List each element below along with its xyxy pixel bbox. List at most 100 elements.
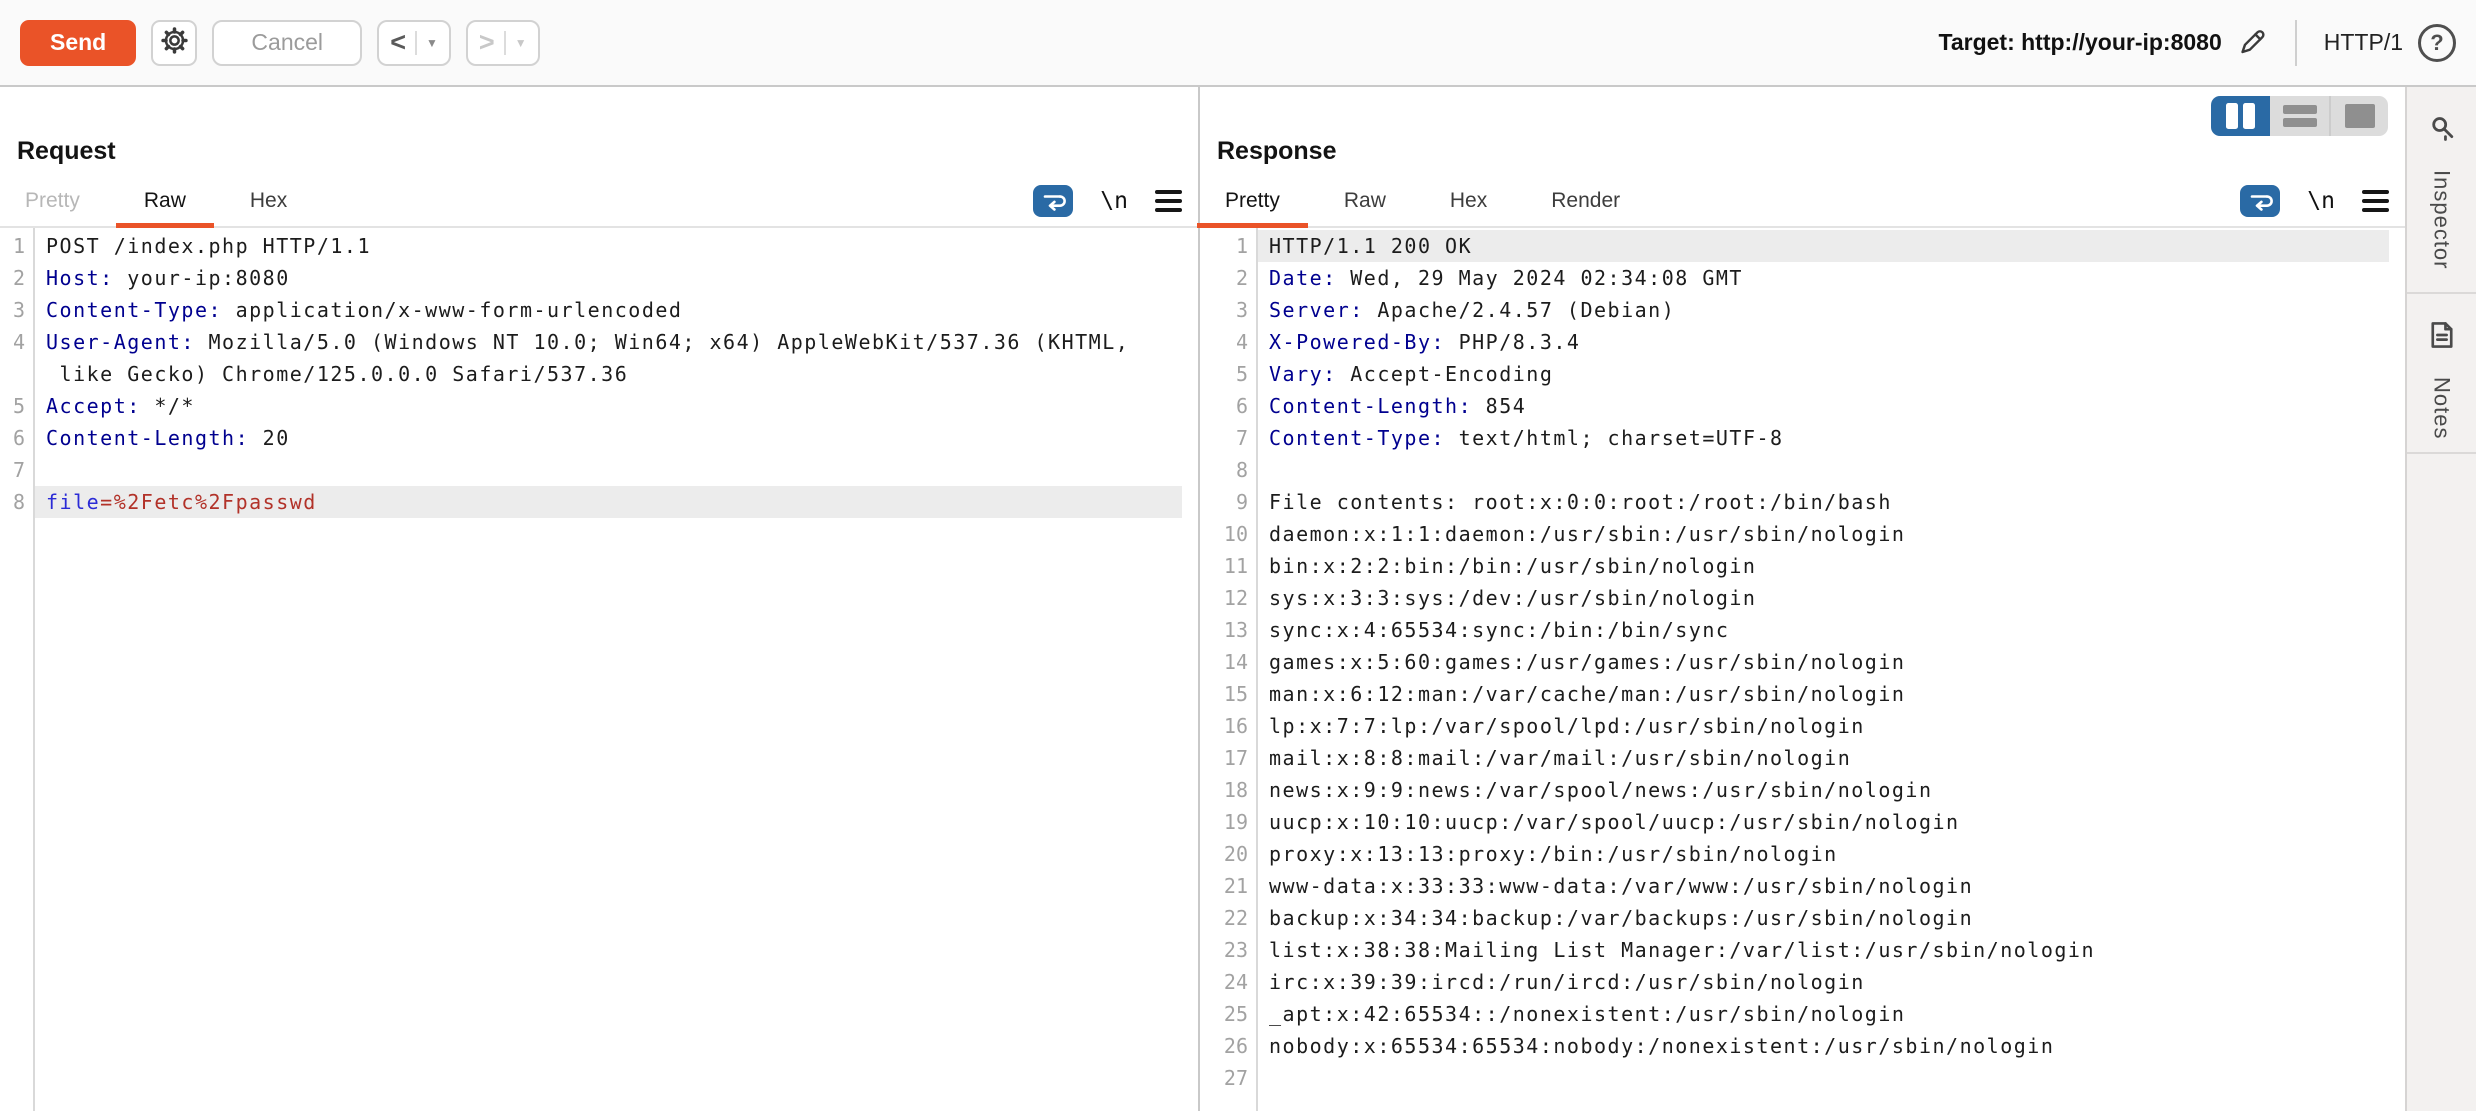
- wrap-icon[interactable]: [1033, 185, 1073, 217]
- edit-target-button[interactable]: [2237, 26, 2268, 60]
- response-panel: Response Pretty Raw Hex Render \n: [1200, 87, 2405, 1111]
- request-panel: Request Pretty Raw Hex \n: [0, 87, 1200, 1111]
- line-text[interactable]: POST /index.php HTTP/1.1: [33, 230, 1182, 262]
- line-text[interactable]: _apt:x:42:65534::/nonexistent:/usr/sbin/…: [1256, 998, 2389, 1030]
- line-text[interactable]: file=%2Fetc%2Fpasswd: [33, 486, 1182, 518]
- response-tab-hex[interactable]: Hex: [1450, 189, 1487, 226]
- line-text[interactable]: sys:x:3:3:sys:/dev:/usr/sbin/nologin: [1256, 582, 2389, 614]
- line-text[interactable]: Vary: Accept-Encoding: [1256, 358, 2389, 390]
- back-button[interactable]: < ▼: [377, 20, 451, 66]
- line-text[interactable]: Content-Length: 20: [33, 422, 1182, 454]
- line-text[interactable]: proxy:x:13:13:proxy:/bin:/usr/sbin/nolog…: [1256, 838, 2389, 870]
- request-tab-raw[interactable]: Raw: [144, 189, 186, 226]
- editor-row: 14games:x:5:60:games:/usr/games:/usr/sbi…: [1200, 646, 2405, 678]
- response-tabrow: Pretty Raw Hex Render \n: [1200, 180, 2405, 228]
- editor-row: 1HTTP/1.1 200 OK: [1200, 230, 2405, 262]
- line-text[interactable]: like Gecko) Chrome/125.0.0.0 Safari/537.…: [33, 358, 1182, 390]
- layout-rows-icon[interactable]: [2270, 96, 2329, 136]
- repeater-screen: Send Cancel < ▼: [0, 0, 2476, 1113]
- line-text[interactable]: Content-Length: 854: [1256, 390, 2389, 422]
- toolbar: Send Cancel < ▼: [0, 0, 2476, 87]
- forward-button[interactable]: > ▼: [466, 20, 540, 66]
- line-text[interactable]: irc:x:39:39:ircd:/run/ircd:/usr/sbin/nol…: [1256, 966, 2389, 998]
- line-text[interactable]: Date: Wed, 29 May 2024 02:34:08 GMT: [1256, 262, 2389, 294]
- send-button[interactable]: Send: [20, 20, 136, 66]
- line-number: 21: [1200, 870, 1256, 902]
- response-tab-raw[interactable]: Raw: [1344, 189, 1386, 226]
- send-settings-button[interactable]: [151, 20, 197, 66]
- line-text[interactable]: bin:x:2:2:bin:/bin:/usr/sbin/nologin: [1256, 550, 2389, 582]
- line-number: 22: [1200, 902, 1256, 934]
- line-text[interactable]: X-Powered-By: PHP/8.3.4: [1256, 326, 2389, 358]
- sidebar-tab-label: Inspector: [2429, 170, 2455, 270]
- line-number: 11: [1200, 550, 1256, 582]
- line-text[interactable]: nobody:x:65534:65534:nobody:/nonexistent…: [1256, 1030, 2389, 1062]
- target-label: Target: http://your-ip:8080: [1939, 29, 2222, 56]
- newline-icon[interactable]: \n: [2307, 188, 2335, 214]
- editor-row: 2Host: your-ip:8080: [0, 262, 1198, 294]
- editor-row: like Gecko) Chrome/125.0.0.0 Safari/537.…: [0, 358, 1198, 390]
- layout-columns-icon[interactable]: [2211, 96, 2270, 136]
- line-text[interactable]: Content-Type: application/x-www-form-url…: [33, 294, 1182, 326]
- line-text[interactable]: lp:x:7:7:lp:/var/spool/lpd:/usr/sbin/nol…: [1256, 710, 2389, 742]
- inspector-icon: [2427, 113, 2457, 148]
- line-text[interactable]: [1256, 1062, 2389, 1094]
- line-text[interactable]: daemon:x:1:1:daemon:/usr/sbin:/usr/sbin/…: [1256, 518, 2389, 550]
- line-text[interactable]: backup:x:34:34:backup:/var/backups:/usr/…: [1256, 902, 2389, 934]
- main-area: Request Pretty Raw Hex \n: [0, 87, 2476, 1111]
- line-text[interactable]: games:x:5:60:games:/usr/games:/usr/sbin/…: [1256, 646, 2389, 678]
- line-text[interactable]: Server: Apache/2.4.57 (Debian): [1256, 294, 2389, 326]
- line-text[interactable]: File contents: root:x:0:0:root:/root:/bi…: [1256, 486, 2389, 518]
- line-text[interactable]: User-Agent: Mozilla/5.0 (Windows NT 10.0…: [33, 326, 1182, 358]
- help-icon[interactable]: ?: [2418, 24, 2456, 62]
- editor-row: 11bin:x:2:2:bin:/bin:/usr/sbin/nologin: [1200, 550, 2405, 582]
- line-text[interactable]: mail:x:8:8:mail:/var/mail:/usr/sbin/nolo…: [1256, 742, 2389, 774]
- menu-icon[interactable]: [2362, 190, 2389, 212]
- sidebar-tab-inspector[interactable]: Inspector: [2407, 87, 2476, 294]
- newline-icon[interactable]: \n: [1100, 188, 1128, 214]
- editor-row: 21www-data:x:33:33:www-data:/var/www:/us…: [1200, 870, 2405, 902]
- line-number: 24: [1200, 966, 1256, 998]
- request-editor[interactable]: 1POST /index.php HTTP/1.12Host: your-ip:…: [0, 228, 1198, 1111]
- wrap-icon[interactable]: [2240, 185, 2280, 217]
- line-text[interactable]: www-data:x:33:33:www-data:/var/www:/usr/…: [1256, 870, 2389, 902]
- editor-row: 17mail:x:8:8:mail:/var/mail:/usr/sbin/no…: [1200, 742, 2405, 774]
- line-text[interactable]: list:x:38:38:Mailing List Manager:/var/l…: [1256, 934, 2389, 966]
- line-number: 8: [0, 486, 33, 518]
- request-tab-hex[interactable]: Hex: [250, 189, 287, 226]
- sidebar-tab-notes[interactable]: Notes: [2407, 294, 2476, 454]
- request-tab-pretty[interactable]: Pretty: [25, 189, 80, 226]
- editor-row: 23list:x:38:38:Mailing List Manager:/var…: [1200, 934, 2405, 966]
- line-text[interactable]: Accept: */*: [33, 390, 1182, 422]
- editor-row: 7Content-Type: text/html; charset=UTF-8: [1200, 422, 2405, 454]
- forward-icon: >: [479, 29, 495, 56]
- line-text[interactable]: Content-Type: text/html; charset=UTF-8: [1256, 422, 2389, 454]
- editor-row: 9File contents: root:x:0:0:root:/root:/b…: [1200, 486, 2405, 518]
- dropdown-icon[interactable]: ▼: [515, 36, 527, 50]
- response-tab-render[interactable]: Render: [1551, 189, 1620, 226]
- response-tab-pretty[interactable]: Pretty: [1225, 189, 1280, 226]
- line-text[interactable]: sync:x:4:65534:sync:/bin:/bin/sync: [1256, 614, 2389, 646]
- line-text[interactable]: uucp:x:10:10:uucp:/var/spool/uucp:/usr/s…: [1256, 806, 2389, 838]
- line-text[interactable]: news:x:9:9:news:/var/spool/news:/usr/sbi…: [1256, 774, 2389, 806]
- layout-single-icon[interactable]: [2329, 96, 2388, 136]
- response-editor[interactable]: 1HTTP/1.1 200 OK2Date: Wed, 29 May 2024 …: [1200, 228, 2405, 1111]
- line-number: 25: [1200, 998, 1256, 1030]
- line-text[interactable]: [1256, 454, 2389, 486]
- editor-row: 5Vary: Accept-Encoding: [1200, 358, 2405, 390]
- line-text[interactable]: man:x:6:12:man:/var/cache/man:/usr/sbin/…: [1256, 678, 2389, 710]
- cancel-button[interactable]: Cancel: [212, 20, 362, 66]
- line-number: 15: [1200, 678, 1256, 710]
- editor-row: 25_apt:x:42:65534::/nonexistent:/usr/sbi…: [1200, 998, 2405, 1030]
- editor-row: 18news:x:9:9:news:/var/spool/news:/usr/s…: [1200, 774, 2405, 806]
- menu-icon[interactable]: [1155, 190, 1182, 212]
- response-title: Response: [1217, 137, 2405, 166]
- line-text[interactable]: Host: your-ip:8080: [33, 262, 1182, 294]
- editor-row: 10daemon:x:1:1:daemon:/usr/sbin:/usr/sbi…: [1200, 518, 2405, 550]
- dropdown-icon[interactable]: ▼: [426, 36, 438, 50]
- line-text[interactable]: HTTP/1.1 200 OK: [1256, 230, 2389, 262]
- divider: [2295, 20, 2297, 66]
- line-text[interactable]: [33, 454, 1182, 486]
- line-number: 6: [1200, 390, 1256, 422]
- line-number: 27: [1200, 1062, 1256, 1094]
